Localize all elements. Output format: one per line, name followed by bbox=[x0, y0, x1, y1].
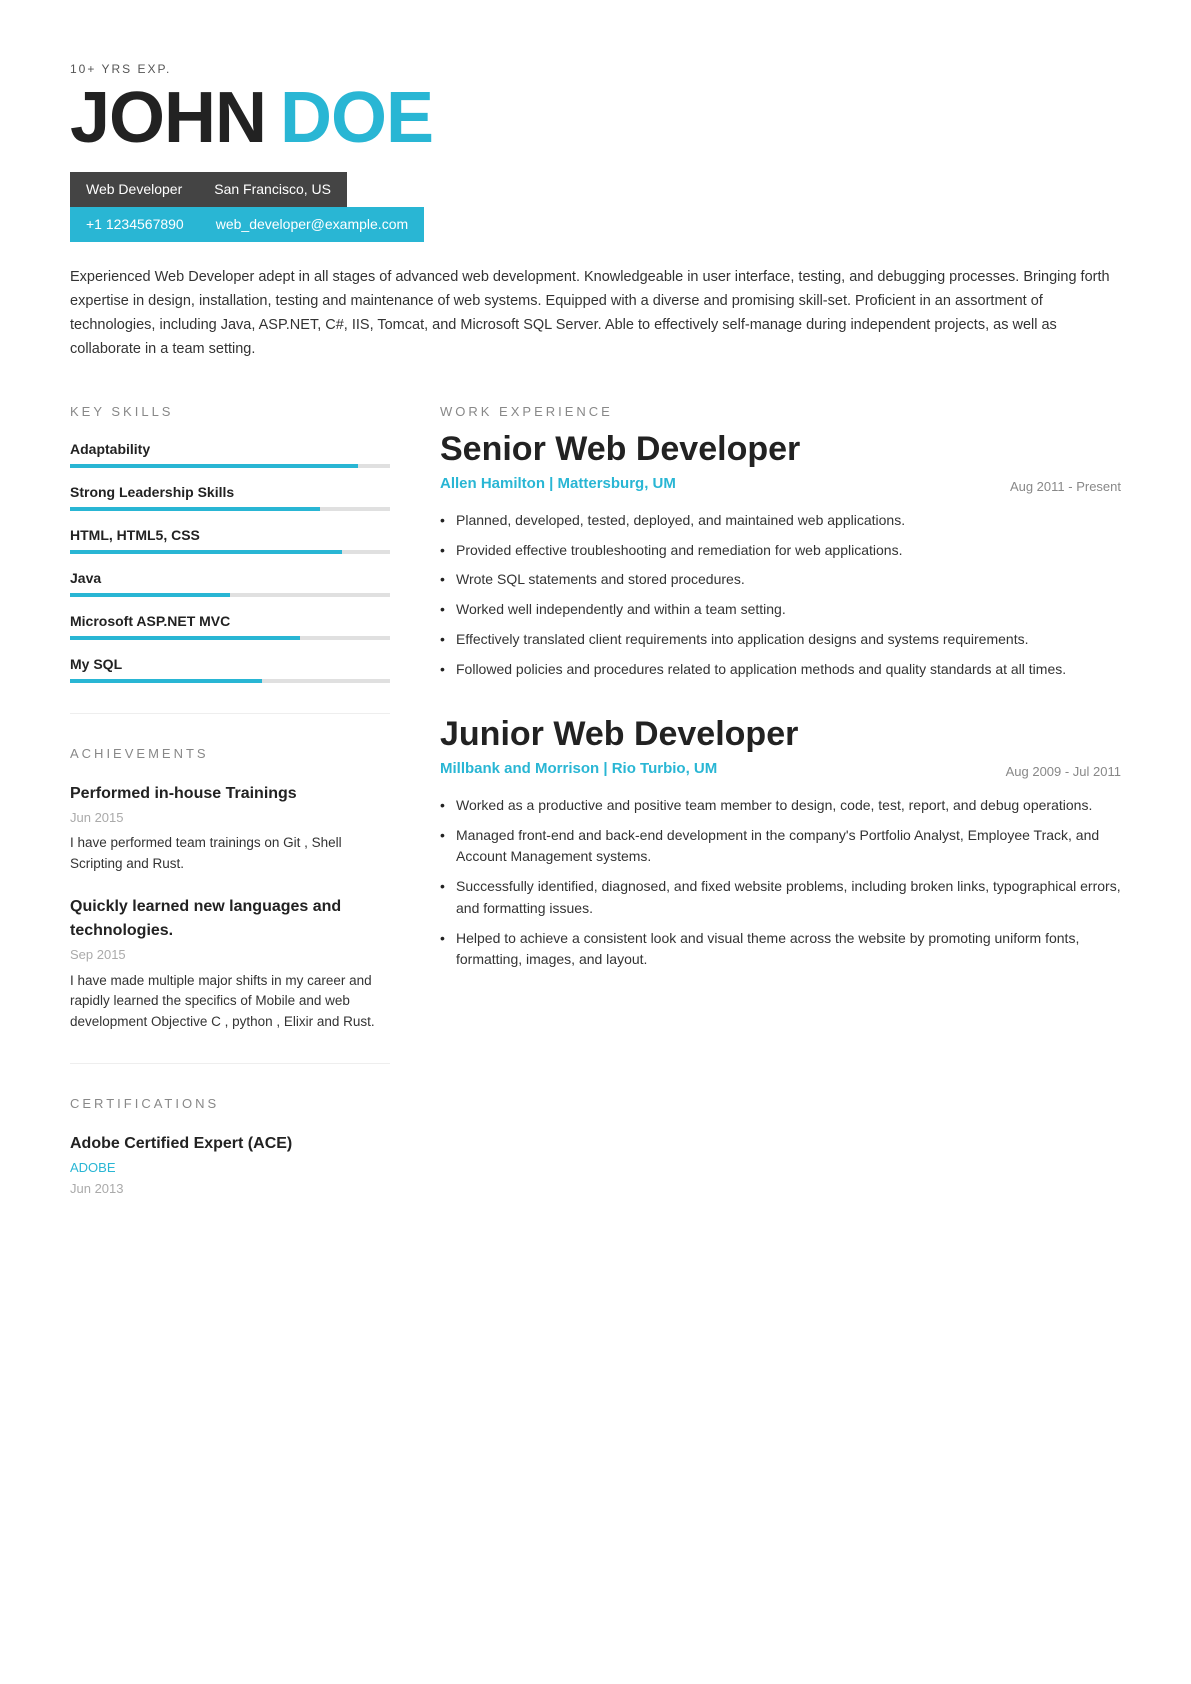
skill-name: Adaptability bbox=[70, 439, 390, 460]
achievement-title: Performed in-house Trainings bbox=[70, 782, 390, 806]
work-item: Junior Web Developer Millbank and Morris… bbox=[440, 716, 1121, 971]
achievement-date: Jun 2015 bbox=[70, 808, 390, 828]
skill-bar-fill bbox=[70, 593, 230, 597]
cert-org: ADOBE bbox=[70, 1158, 390, 1178]
certifications-title: CERTIFICATIONS bbox=[70, 1094, 390, 1114]
skill-item: HTML, HTML5, CSS bbox=[70, 525, 390, 554]
skill-bar-fill bbox=[70, 679, 262, 683]
work-bullet: Helped to achieve a consistent look and … bbox=[440, 928, 1121, 971]
skill-name: Microsoft ASP.NET MVC bbox=[70, 611, 390, 632]
contact-bar: Web Developer San Francisco, US +1 12345… bbox=[70, 172, 1121, 242]
achievements-list: Performed in-house Trainings Jun 2015 I … bbox=[70, 782, 390, 1034]
left-column: KEY SKILLS Adaptability Strong Leadershi… bbox=[70, 402, 390, 1199]
work-company: Millbank and Morrison | Rio Turbio, UM bbox=[440, 758, 717, 781]
achievement-title: Quickly learned new languages and techno… bbox=[70, 895, 390, 943]
work-bullet: Followed policies and procedures related… bbox=[440, 659, 1121, 681]
skill-name: My SQL bbox=[70, 654, 390, 675]
email-tag: web_developer@example.com bbox=[200, 207, 424, 242]
work-job-title: Senior Web Developer bbox=[440, 431, 1121, 468]
achievements-section: ACHIEVEMENTS Performed in-house Training… bbox=[70, 744, 390, 1033]
first-name: JOHN bbox=[70, 82, 266, 154]
two-col-layout: KEY SKILLS Adaptability Strong Leadershi… bbox=[70, 402, 1121, 1199]
cert-title: Adobe Certified Expert (ACE) bbox=[70, 1132, 390, 1156]
contact-line-1: Web Developer San Francisco, US bbox=[70, 172, 1121, 207]
work-bullet: Effectively translated client requiremen… bbox=[440, 629, 1121, 651]
skills-list: Adaptability Strong Leadership Skills HT… bbox=[70, 439, 390, 683]
key-skills-section: KEY SKILLS Adaptability Strong Leadershi… bbox=[70, 402, 390, 684]
work-bullet: Worked well independently and within a t… bbox=[440, 599, 1121, 621]
skill-item: My SQL bbox=[70, 654, 390, 683]
skill-item: Microsoft ASP.NET MVC bbox=[70, 611, 390, 640]
work-item: Senior Web Developer Allen Hamilton | Ma… bbox=[440, 431, 1121, 680]
skill-bar-bg bbox=[70, 593, 390, 597]
work-bullet: Wrote SQL statements and stored procedur… bbox=[440, 569, 1121, 591]
skill-bar-fill bbox=[70, 464, 358, 468]
location-tag: San Francisco, US bbox=[198, 172, 347, 207]
skill-bar-bg bbox=[70, 507, 390, 511]
certifications-section: CERTIFICATIONS Adobe Certified Expert (A… bbox=[70, 1094, 390, 1199]
work-bullet: Provided effective troubleshooting and r… bbox=[440, 540, 1121, 562]
work-bullets-list: Planned, developed, tested, deployed, an… bbox=[440, 510, 1121, 680]
achievements-title: ACHIEVEMENTS bbox=[70, 744, 390, 764]
skill-item: Adaptability bbox=[70, 439, 390, 468]
skill-bar-fill bbox=[70, 636, 300, 640]
work-job-title: Junior Web Developer bbox=[440, 716, 1121, 753]
contact-line-2: +1 1234567890 web_developer@example.com bbox=[70, 207, 1121, 242]
achievement-item: Performed in-house Trainings Jun 2015 I … bbox=[70, 782, 390, 875]
skill-bar-fill bbox=[70, 507, 320, 511]
skill-bar-fill bbox=[70, 550, 342, 554]
skill-bar-bg bbox=[70, 550, 390, 554]
work-list: Senior Web Developer Allen Hamilton | Ma… bbox=[440, 431, 1121, 971]
work-bullet: Managed front-end and back-end developme… bbox=[440, 825, 1121, 868]
work-bullet: Successfully identified, diagnosed, and … bbox=[440, 876, 1121, 919]
skill-name: Java bbox=[70, 568, 390, 589]
work-bullets-list: Worked as a productive and positive team… bbox=[440, 795, 1121, 971]
key-skills-title: KEY SKILLS bbox=[70, 402, 390, 422]
certification-item: Adobe Certified Expert (ACE) ADOBE Jun 2… bbox=[70, 1132, 390, 1199]
work-header: Millbank and Morrison | Rio Turbio, UM A… bbox=[440, 758, 1121, 782]
phone-tag: +1 1234567890 bbox=[70, 207, 200, 242]
work-bullet: Worked as a productive and positive team… bbox=[440, 795, 1121, 817]
skill-name: HTML, HTML5, CSS bbox=[70, 525, 390, 546]
cert-date: Jun 2013 bbox=[70, 1179, 390, 1199]
work-header: Allen Hamilton | Mattersburg, UM Aug 201… bbox=[440, 473, 1121, 497]
job-title-tag: Web Developer bbox=[70, 172, 198, 207]
work-company: Allen Hamilton | Mattersburg, UM bbox=[440, 473, 676, 496]
achievement-date: Sep 2015 bbox=[70, 945, 390, 965]
exp-label: 10+ YRS EXP. bbox=[70, 60, 1121, 78]
skill-bar-bg bbox=[70, 636, 390, 640]
certifications-list: Adobe Certified Expert (ACE) ADOBE Jun 2… bbox=[70, 1132, 390, 1199]
name-row: JOHN DOE bbox=[70, 82, 1121, 154]
work-date: Aug 2009 - Jul 2011 bbox=[1006, 758, 1121, 782]
skill-bar-bg bbox=[70, 464, 390, 468]
last-name: DOE bbox=[280, 82, 433, 154]
work-experience-title: WORK EXPERIENCE bbox=[440, 402, 1121, 422]
skill-item: Strong Leadership Skills bbox=[70, 482, 390, 511]
right-column: WORK EXPERIENCE Senior Web Developer All… bbox=[440, 402, 1121, 1199]
achievement-item: Quickly learned new languages and techno… bbox=[70, 895, 390, 1033]
skill-bar-bg bbox=[70, 679, 390, 683]
work-date: Aug 2011 - Present bbox=[1010, 473, 1121, 497]
achievement-desc: I have performed team trainings on Git ,… bbox=[70, 833, 390, 875]
skill-name: Strong Leadership Skills bbox=[70, 482, 390, 503]
achievement-desc: I have made multiple major shifts in my … bbox=[70, 971, 390, 1034]
summary: Experienced Web Developer adept in all s… bbox=[70, 266, 1121, 362]
skill-item: Java bbox=[70, 568, 390, 597]
work-bullet: Planned, developed, tested, deployed, an… bbox=[440, 510, 1121, 532]
